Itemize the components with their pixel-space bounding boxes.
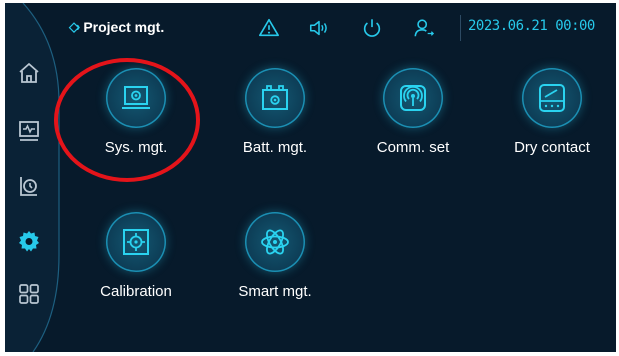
header-divider (460, 15, 461, 41)
system-settings-icon (122, 86, 150, 109)
home-icon (19, 63, 39, 83)
tile-batt-mgt[interactable]: Batt. mgt. (220, 68, 330, 178)
device-screen: ◇› Project mgt. 2023.06.21 00:00 Sys. mg… (5, 3, 616, 352)
power-button[interactable] (359, 15, 385, 41)
tile-icon-circle (383, 68, 443, 128)
calibration-icon (123, 229, 149, 255)
user-switch-icon (414, 19, 435, 37)
gear-icon (19, 231, 39, 252)
atom-icon (261, 229, 289, 255)
sound-button[interactable] (306, 15, 332, 41)
tile-dry-contact[interactable]: Dry contact (497, 68, 607, 178)
tile-sys-mgt[interactable]: Sys. mgt. (81, 68, 191, 178)
tile-label: Batt. mgt. (242, 139, 308, 156)
speaker-icon (309, 20, 327, 36)
monitor-icon (19, 121, 39, 141)
user-switch-button[interactable] (411, 15, 437, 41)
tile-icon-circle (106, 68, 166, 128)
tile-icon-circle (245, 212, 305, 272)
tile-calibration[interactable]: Calibration (81, 212, 191, 322)
grid-icon (19, 284, 39, 304)
double-chevron-right-icon: ◇› (69, 19, 80, 34)
warning-button[interactable] (256, 15, 282, 41)
sidebar-item-apps[interactable] (14, 279, 44, 309)
page-title: Project mgt. (83, 19, 165, 35)
tile-icon-circle (245, 68, 305, 128)
tile-icon-circle (522, 68, 582, 128)
tile-label: Sys. mgt. (104, 139, 168, 156)
sidebar-item-monitor[interactable] (14, 116, 44, 146)
tile-label: Calibration (100, 283, 172, 300)
battery-settings-icon (262, 85, 288, 110)
tile-smart-mgt[interactable]: Smart mgt. (220, 212, 330, 322)
history-icon (20, 177, 37, 196)
dry-contact-icon (539, 84, 565, 112)
tile-label: Dry contact (514, 139, 590, 156)
tile-comm-set[interactable]: Comm. set (358, 68, 468, 178)
communication-icon (400, 85, 426, 111)
tile-label: Smart mgt. (238, 283, 312, 300)
tile-label: Comm. set (376, 139, 450, 156)
warning-icon (259, 18, 279, 37)
top-bar: ◇› Project mgt. 2023.06.21 00:00 (5, 3, 616, 53)
sidebar-item-home[interactable] (14, 58, 44, 88)
breadcrumb[interactable]: ◇› Project mgt. (69, 15, 164, 39)
power-icon (363, 19, 381, 37)
tile-icon-circle (106, 212, 166, 272)
datetime-display: 2023.06.21 00:00 (468, 18, 595, 34)
sidebar-item-settings[interactable] (14, 226, 44, 256)
sidebar-item-history[interactable] (14, 171, 44, 201)
